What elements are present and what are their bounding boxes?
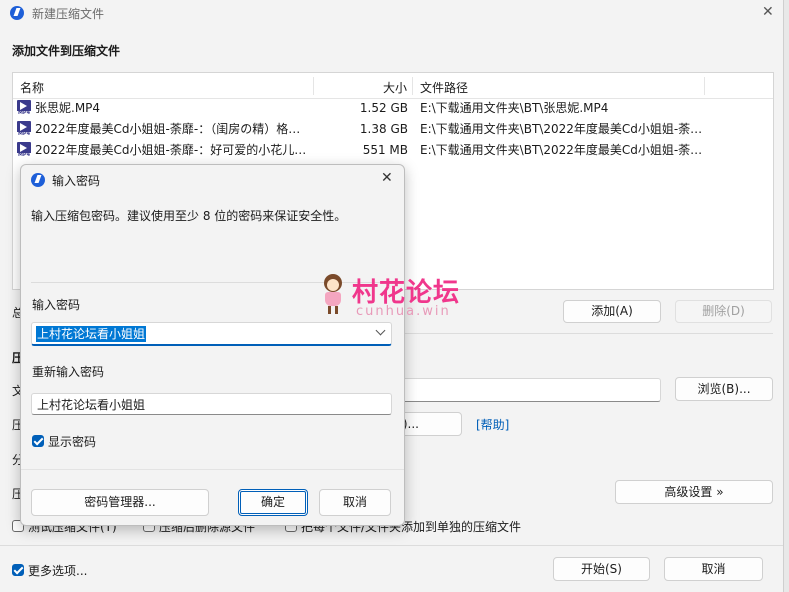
archive-path-field[interactable] (400, 378, 661, 402)
show-password-label: 显示密码 (48, 435, 97, 449)
add-button[interactable]: 添加(A) (563, 300, 661, 323)
browse-button[interactable]: 浏览(B)... (675, 377, 773, 401)
background-window-edge (783, 0, 789, 592)
password-input[interactable]: 上村花论坛看小姐姐 (36, 326, 147, 342)
column-header-name[interactable]: 名称 (20, 79, 44, 96)
advanced-settings-button[interactable]: 高级设置 » (615, 480, 773, 504)
password-label: 输入密码 (32, 298, 81, 312)
confirm-password-label: 重新输入密码 (32, 365, 105, 379)
app-icon (10, 6, 24, 20)
table-row[interactable]: MP4 张思妮.MP4 1.52 GB E:\下载通用文件夹\BT\张思妮.MP… (13, 98, 771, 119)
mp4-file-icon: MP4 (17, 100, 31, 116)
close-icon[interactable]: ✕ (762, 4, 774, 20)
show-password-checkbox[interactable] (32, 435, 44, 447)
table-row[interactable]: MP4 2022年度最美Cd小姐姐-荼靡-：（闺房の精）格… 1.38 GB E… (13, 119, 771, 140)
start-button[interactable]: 开始(S) (553, 557, 650, 581)
password-manager-button[interactable]: 密码管理器... (31, 489, 209, 516)
window-title: 新建压缩文件 (32, 7, 105, 21)
more-options-label: 更多选项... (28, 564, 88, 578)
delete-button[interactable]: 删除(D) (675, 300, 772, 323)
watermark: 村花论坛 cunhua.win (318, 272, 478, 322)
dialog-app-icon (31, 173, 45, 187)
section-title: 添加文件到压缩文件 (12, 44, 121, 58)
mp4-file-icon: MP4 (17, 121, 31, 137)
dialog-description: 输入压缩包密码。建议使用至少 8 位的密码来保证安全性。 (31, 209, 347, 223)
column-header-size[interactable]: 大小 (383, 79, 407, 96)
watermark-subtext: cunhua.win (356, 304, 451, 319)
confirm-password-input[interactable]: 上村花论坛看小姐姐 (37, 396, 145, 413)
dialog-close-icon[interactable]: ✕ (381, 170, 393, 186)
column-header-path[interactable]: 文件路径 (420, 79, 468, 96)
dialog-title: 输入密码 (52, 174, 101, 188)
help-link[interactable]: [帮助] (476, 416, 509, 433)
password-combo[interactable]: 上村花论坛看小姐姐 (31, 322, 392, 346)
ok-button[interactable]: 确定 (238, 489, 308, 516)
chevron-down-icon[interactable] (375, 325, 386, 336)
dialog-cancel-button[interactable]: 取消 (319, 489, 391, 516)
table-header: 名称 大小 文件路径 (13, 73, 773, 99)
password-dialog: 输入密码 ✕ 输入压缩包密码。建议使用至少 8 位的密码来保证安全性。 输入密码… (20, 164, 405, 526)
watermark-girl-icon (320, 274, 346, 314)
confirm-password-field[interactable]: 上村花论坛看小姐姐 (31, 393, 392, 415)
table-row[interactable]: MP4 2022年度最美Cd小姐姐-荼靡-：好可爱的小花儿… 551 MB E:… (13, 140, 771, 161)
mp4-file-icon: MP4 (17, 142, 31, 158)
more-options-checkbox[interactable] (12, 564, 24, 576)
main-cancel-button[interactable]: 取消 (664, 557, 763, 581)
